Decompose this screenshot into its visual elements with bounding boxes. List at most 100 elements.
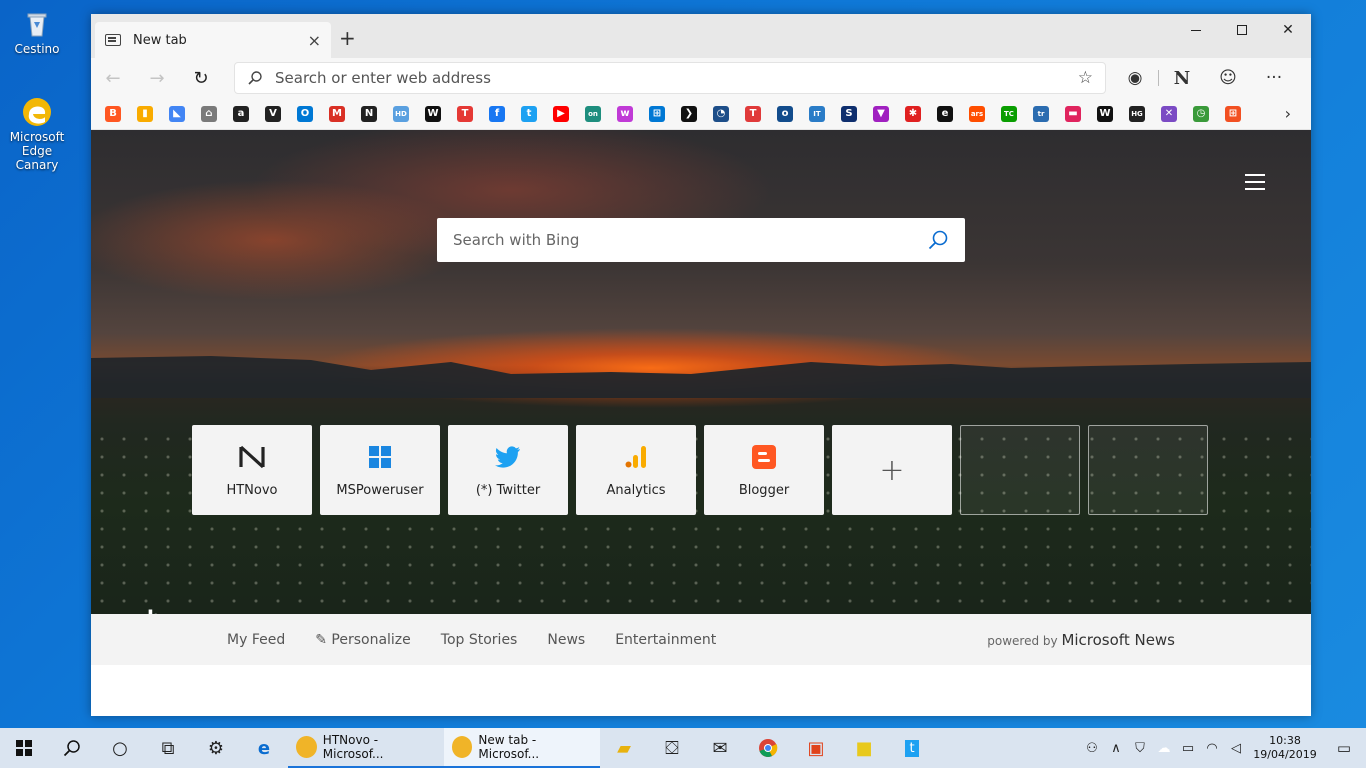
twitter-app[interactable]: t (888, 728, 936, 768)
t-color-icon[interactable]: T (745, 105, 761, 122)
refresh-button[interactable]: ↻ (179, 62, 223, 94)
edge-app[interactable]: e (240, 728, 288, 768)
tile-mspoweruser[interactable]: MSPoweruser (320, 425, 440, 515)
tab-news[interactable]: News (547, 632, 585, 648)
tab-new-tab[interactable]: New tab × (95, 22, 331, 58)
cortana-button[interactable]: ○ (96, 728, 144, 768)
favorites-more-chevron-icon[interactable]: › (1285, 104, 1291, 123)
x-color-icon[interactable]: ✕ (1161, 105, 1177, 122)
pink-icon[interactable]: ▬ (1065, 105, 1081, 122)
facebook-icon[interactable]: f (489, 105, 505, 122)
tile-blogger[interactable]: Blogger (704, 425, 824, 515)
settings-app[interactable]: ⚙ (192, 728, 240, 768)
circle-icon[interactable]: ◔ (713, 105, 729, 122)
volume-tray[interactable]: ◁ (1224, 741, 1248, 756)
task-view-button[interactable]: ⧉ (144, 728, 192, 768)
feedback-button[interactable]: ☺ (1205, 68, 1251, 88)
new-tab-button[interactable]: + (339, 26, 356, 50)
close-window-button[interactable]: ✕ (1265, 14, 1311, 46)
tile-htnovo[interactable]: HTNovo (192, 425, 312, 515)
edge-canary-shortcut[interactable]: Microsoft Edge Canary (0, 96, 74, 172)
outlook-icon[interactable]: O (297, 105, 313, 122)
itpro-icon[interactable]: IT (809, 105, 825, 122)
tile-label: Analytics (606, 483, 666, 498)
people-button[interactable]: ⚇ (1080, 741, 1104, 756)
search-button[interactable] (48, 728, 96, 768)
bing-search-box[interactable] (437, 218, 965, 262)
clock-icon[interactable]: ◷ (1193, 105, 1209, 122)
youtube-icon[interactable]: ▶ (553, 105, 569, 122)
bing-search-input[interactable] (453, 231, 927, 249)
w-serif-icon[interactable]: W (1097, 105, 1113, 122)
red-badge-icon[interactable]: ✱ (905, 105, 921, 122)
maximize-button[interactable] (1219, 14, 1265, 46)
chrome-app[interactable] (744, 728, 792, 768)
forward-button[interactable]: → (135, 62, 179, 94)
google-ads-icon[interactable]: ◣ (169, 105, 185, 122)
network-tray[interactable]: ◠ (1200, 741, 1224, 756)
e-icon[interactable]: e (937, 105, 953, 122)
analytics-icon[interactable]: ▮ (137, 105, 153, 122)
recycle-bin-shortcut[interactable]: Cestino (0, 8, 74, 56)
taskbar-window-new-tab[interactable]: New tab - Microsof... (444, 728, 600, 768)
tab-title: New tab (133, 32, 187, 48)
v-triangle-icon[interactable]: ▼ (873, 105, 889, 122)
page-settings-menu-button[interactable] (1245, 174, 1265, 190)
show-hidden-icons-button[interactable]: ∧ (1104, 741, 1128, 756)
tnw-icon[interactable]: T (457, 105, 473, 122)
search-submit-icon[interactable] (927, 229, 949, 251)
favorite-star-icon[interactable]: ☆ (1078, 68, 1093, 88)
htnovo-icon[interactable]: N (361, 105, 377, 122)
verge-icon[interactable]: V (265, 105, 281, 122)
profile-button[interactable]: N (1159, 68, 1205, 89)
action-center-button[interactable]: ▭ (1322, 739, 1366, 757)
w-icon[interactable]: w (617, 105, 633, 122)
office-app[interactable]: ▣ (792, 728, 840, 768)
gmail-icon[interactable]: M (329, 105, 345, 122)
hd-icon[interactable]: HD (393, 105, 409, 122)
tab-personalize[interactable]: ✎ Personalize (315, 632, 411, 648)
file-explorer-app[interactable]: ▰ (600, 728, 648, 768)
address-bar[interactable]: ☆ (234, 62, 1106, 94)
blogger-icon[interactable]: B (105, 105, 121, 122)
onedrive-tray[interactable]: ☁ (1152, 741, 1176, 756)
tab-top-stories[interactable]: Top Stories (441, 632, 518, 648)
microsoft-news-brand[interactable]: Microsoft News (1061, 631, 1175, 649)
store-icon[interactable]: ⌂ (201, 105, 217, 122)
tab-entertainment[interactable]: Entertainment (615, 632, 716, 648)
mail-app[interactable]: ✉ (696, 728, 744, 768)
windows-central-icon[interactable]: W (425, 105, 441, 122)
tile-analytics[interactable]: Analytics (576, 425, 696, 515)
microsoft-icon[interactable]: ⊞ (1225, 105, 1241, 122)
store-app[interactable]: ⛋ (648, 728, 696, 768)
extension-button[interactable]: ◉ (1112, 68, 1158, 88)
tr-icon[interactable]: tr (1033, 105, 1049, 122)
start-button[interactable] (0, 728, 48, 768)
tab-close-icon[interactable]: × (308, 31, 321, 50)
taskbar-window-htnovo[interactable]: HTNovo - Microsof... (288, 728, 444, 768)
twitter-icon[interactable]: t (521, 105, 537, 122)
settings-more-button[interactable]: ··· (1251, 68, 1297, 88)
battery-tray[interactable]: ▭ (1176, 741, 1200, 756)
tile-twitter[interactable]: (*) Twitter (448, 425, 568, 515)
title-bar: New tab × + ✕ (91, 14, 1311, 58)
address-input[interactable] (275, 69, 1078, 87)
news-feed-bar: My Feed ✎ Personalize Top Stories News E… (91, 614, 1311, 665)
windows-icon[interactable]: ⊞ (649, 105, 665, 122)
clock[interactable]: 10:38 19/04/2019 (1248, 734, 1322, 762)
o-icon[interactable]: o (777, 105, 793, 122)
on-icon[interactable]: on (585, 105, 601, 122)
techcrunch-icon[interactable]: TC (1001, 105, 1017, 122)
people-icon: ⚇ (1086, 740, 1098, 756)
back-button[interactable]: ← (91, 62, 135, 94)
add-site-tile[interactable]: + (832, 425, 952, 515)
ars-icon[interactable]: ars (969, 105, 985, 122)
s-icon[interactable]: S (841, 105, 857, 122)
arrow-icon[interactable]: ❯ (681, 105, 697, 122)
minimize-button[interactable] (1173, 14, 1219, 46)
tab-my-feed[interactable]: My Feed (227, 632, 285, 648)
amazon-icon[interactable]: a (233, 105, 249, 122)
defender-tray[interactable]: ⛉ (1128, 741, 1152, 756)
sticky-notes-app[interactable]: ■ (840, 728, 888, 768)
htg-icon[interactable]: HG (1129, 105, 1145, 122)
